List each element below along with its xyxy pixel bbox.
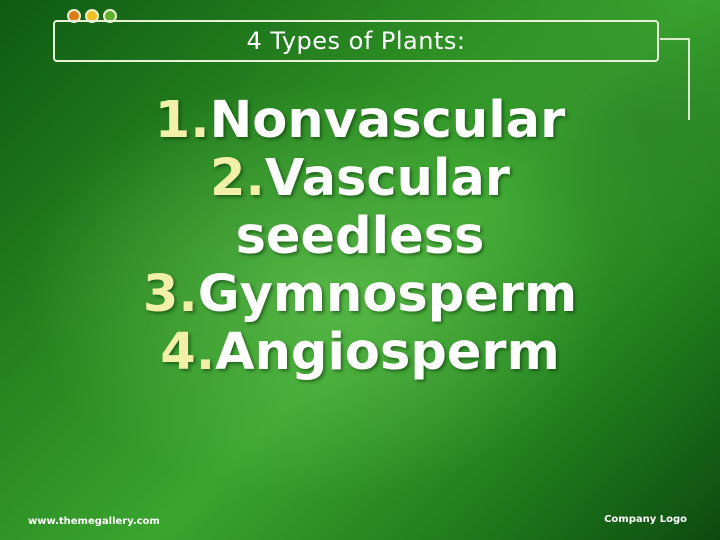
list-item-continuation: seedless (0, 208, 720, 266)
list-item-text: Vascular (264, 149, 510, 208)
footer-url: www.themegallery.com (28, 516, 160, 527)
list-item-text: Angiosperm (215, 323, 560, 382)
list-item-number: 3. (142, 265, 198, 324)
slide-title: 4 Types of Plants: (246, 27, 466, 55)
company-logo: Company Logo (604, 514, 687, 525)
list-item: 4.Angiosperm (0, 324, 720, 382)
plant-types-list: 1.Nonvascular 2.Vascular seedless 3.Gymn… (0, 92, 720, 382)
list-item-text: Gymnosperm (197, 265, 578, 324)
list-item: 3.Gymnosperm (0, 266, 720, 324)
list-item-number: 2. (210, 149, 265, 208)
list-item-text: Nonvascular (209, 91, 566, 150)
list-item: 1.Nonvascular (0, 92, 720, 150)
slide: 4 Types of Plants: 1.Nonvascular 2.Vascu… (0, 0, 720, 540)
list-item: 2.Vascular (0, 150, 720, 208)
list-item-number: 1. (154, 91, 210, 150)
title-box: 4 Types of Plants: (53, 20, 659, 62)
list-item-number: 4. (160, 323, 216, 382)
list-item-text: seedless (235, 207, 485, 266)
